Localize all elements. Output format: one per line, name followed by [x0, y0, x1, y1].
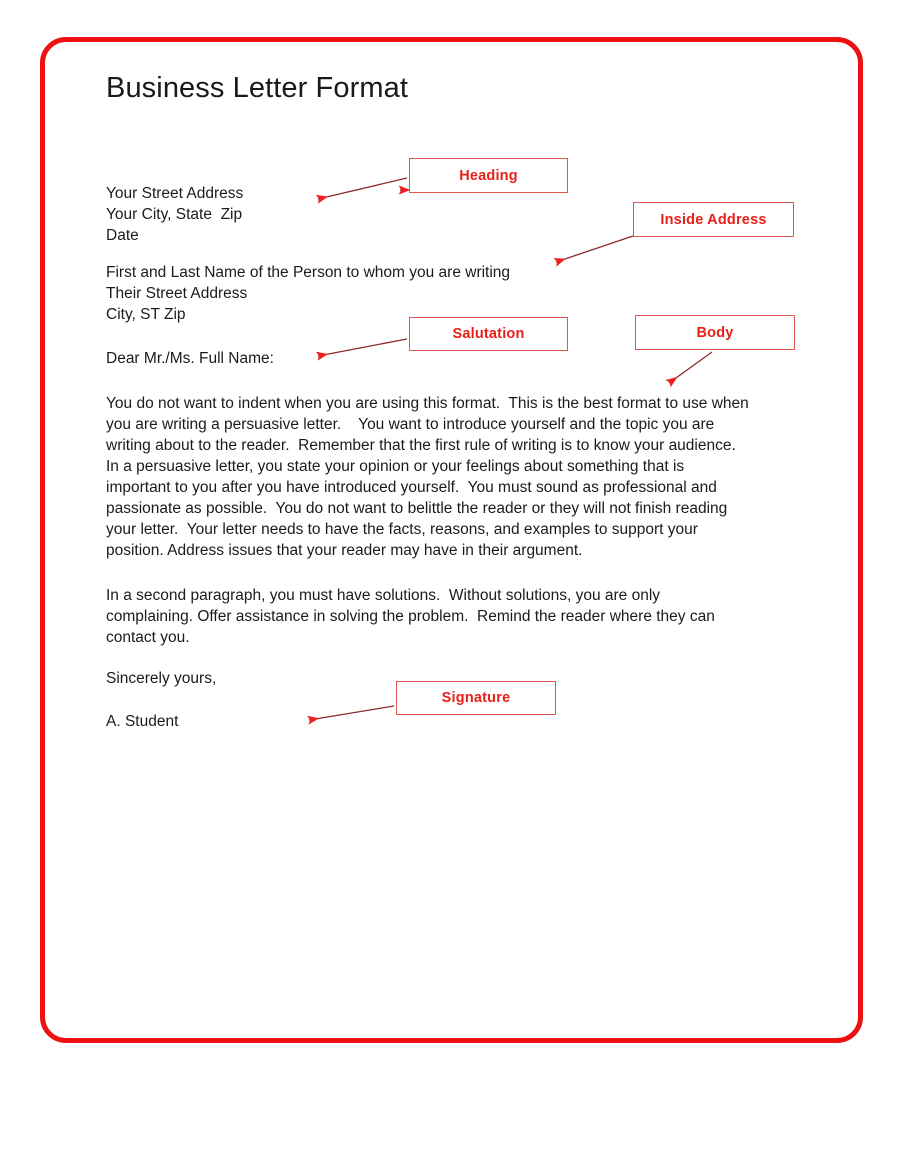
- letter-signature-name: A. Student: [106, 713, 179, 730]
- page-canvas: Business Letter Format Your Street Addre…: [0, 0, 900, 1165]
- callout-salutation: Salutation: [409, 317, 568, 351]
- callout-inside-address: Inside Address: [633, 202, 794, 237]
- letter-closing: Sincerely yours,: [106, 670, 217, 687]
- letter-salutation: Dear Mr./Ms. Full Name:: [106, 350, 274, 367]
- callout-heading: Heading: [409, 158, 568, 193]
- callout-body: Body: [635, 315, 795, 350]
- letter-heading-block: Your Street Address Your City, State Zip…: [106, 185, 244, 244]
- letter-body-paragraph-1: You do not want to indent when you are u…: [106, 395, 754, 559]
- page-title: Business Letter Format: [106, 72, 408, 104]
- letter-inside-address-block: First and Last Name of the Person to who…: [106, 264, 511, 323]
- letter-body-paragraph-2: In a second paragraph, you must have sol…: [106, 587, 720, 646]
- callout-signature: Signature: [396, 681, 556, 715]
